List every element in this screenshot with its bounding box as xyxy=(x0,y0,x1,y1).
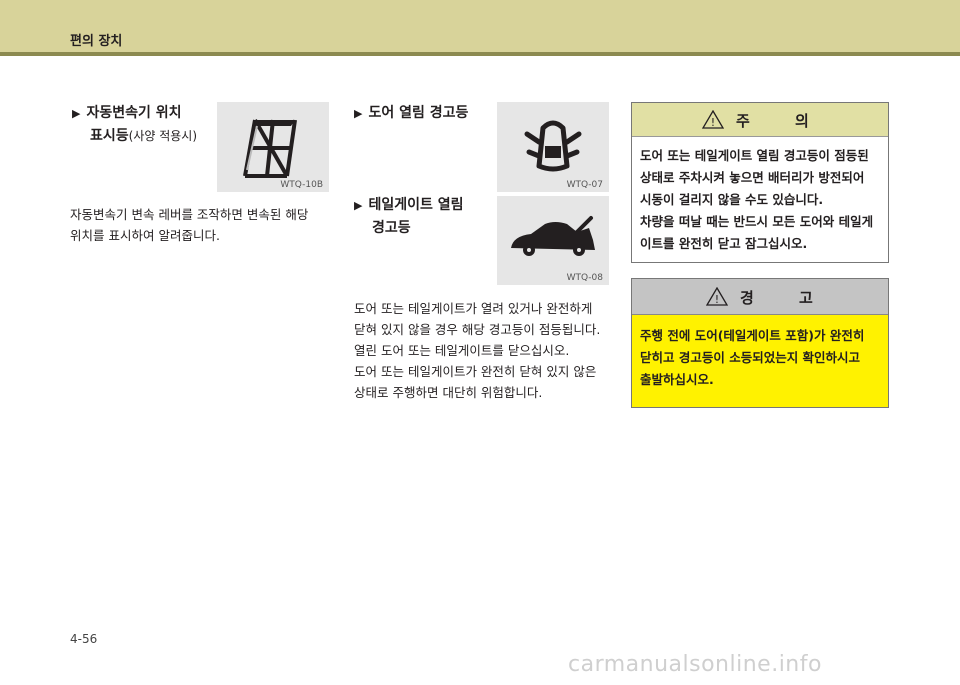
section1-body: 자동변속기 변속 레버를 조작하면 변속된 해당 위치를 표시하여 알려줍니다. xyxy=(70,204,332,246)
page-header-bar xyxy=(0,0,960,52)
warning-title: 경 고 xyxy=(740,289,833,307)
body-line: 닫혀 있지 않을 경우 해당 경고등이 점등됩니다. xyxy=(354,322,601,337)
warning-header: ! 경 고 xyxy=(632,279,888,315)
caution-line: 상태로 주차시켜 놓으면 배터리가 방전되어 xyxy=(640,170,865,185)
section-shift-indicator-title: ▶ 자동변속기 위치 표시등(사양 적용시) xyxy=(72,105,198,144)
svg-text:!: ! xyxy=(711,116,715,129)
caution-line: 시동이 걸리지 않을 수도 있습니다. xyxy=(640,192,824,207)
caution-title: 주 의 xyxy=(736,112,829,130)
caution-line: 이트를 완전히 닫고 잠그십시오. xyxy=(640,236,808,251)
figure-code: WTQ-08 xyxy=(566,273,603,283)
shift-indicator-figure: WTQ-10B xyxy=(217,102,329,192)
door-open-warning-icon xyxy=(524,120,582,172)
caution-line: 도어 또는 테일게이트 열림 경고등이 점등된 xyxy=(640,148,869,163)
warning-triangle-icon: ! xyxy=(706,287,728,306)
body-line: 상태로 주행하면 대단히 위험합니다. xyxy=(354,385,543,400)
warning-line: 출발하십시오. xyxy=(640,372,714,387)
tailgate-open-warning-icon xyxy=(511,216,595,256)
warning-text: 주행 전에 도어(테일게이트 포함)가 완전히 닫히고 경고등이 소등되었는지 … xyxy=(632,315,888,391)
title-note: (사양 적용시) xyxy=(128,129,198,143)
body-line: 자동변속기 변속 레버를 조작하면 변속된 해당 xyxy=(70,207,309,222)
body-line: 위치를 표시하여 알려줍니다. xyxy=(70,228,220,243)
section3-body: 도어 또는 테일게이트가 열려 있거나 완전하게 닫혀 있지 않을 경우 해당 … xyxy=(354,298,616,403)
caution-line: 차량을 떠날 때는 반드시 모든 도어와 테일게 xyxy=(640,214,874,229)
warning-line: 주행 전에 도어(테일게이트 포함)가 완전히 xyxy=(640,328,865,343)
bullet-arrow-icon: ▶ xyxy=(72,107,81,120)
caution-header: ! 주 의 xyxy=(632,103,888,137)
warning-box: ! 경 고 주행 전에 도어(테일게이트 포함)가 완전히 닫히고 경고등이 소… xyxy=(631,278,889,408)
header-divider xyxy=(0,52,960,56)
bullet-arrow-icon: ▶ xyxy=(354,199,363,212)
warning-line: 닫히고 경고등이 소등되었는지 확인하시고 xyxy=(640,350,861,365)
figure-code: WTQ-07 xyxy=(566,180,603,190)
section-tailgate-title: ▶ 테일게이트 열림 경고등 xyxy=(354,197,464,236)
header-title: 편의 장치 xyxy=(70,34,123,49)
title-line2: 표시등 xyxy=(90,128,129,144)
watermark: carmanualsonline.info xyxy=(568,652,822,677)
tailgate-figure: WTQ-08 xyxy=(497,196,609,285)
title-line2: 경고등 xyxy=(372,220,411,236)
bullet-arrow-icon: ▶ xyxy=(354,107,363,120)
caution-triangle-icon: ! xyxy=(702,110,724,129)
body-line: 도어 또는 테일게이트가 완전히 닫혀 있지 않은 xyxy=(354,364,597,379)
page-number: 4-56 xyxy=(70,632,98,646)
shift-position-digit-icon xyxy=(243,119,297,178)
door-open-figure: WTQ-07 xyxy=(497,102,609,192)
body-line: 도어 또는 테일게이트가 열려 있거나 완전하게 xyxy=(354,301,593,316)
svg-text:!: ! xyxy=(715,293,719,306)
caution-text: 도어 또는 테일게이트 열림 경고등이 점등된 상태로 주차시켜 놓으면 배터리… xyxy=(632,137,888,255)
section-door-open-title: ▶ 도어 열림 경고등 xyxy=(354,105,469,121)
caution-box: ! 주 의 도어 또는 테일게이트 열림 경고등이 점등된 상태로 주차시켜 놓… xyxy=(631,102,889,263)
body-line: 열린 도어 또는 테일게이트를 닫으십시오. xyxy=(354,343,570,358)
figure-code: WTQ-10B xyxy=(280,180,323,190)
